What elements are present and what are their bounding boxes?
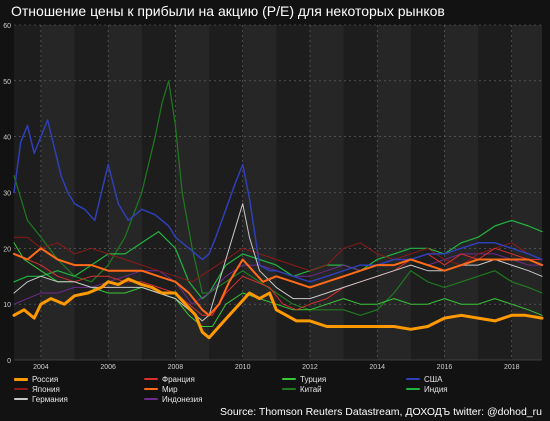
x-tick-label: 2018 xyxy=(504,364,520,371)
legend-item: Мир xyxy=(144,384,178,394)
pe-line-chart: 0 10 20 30 40 50 60 2004 2006 2008 2010 2012 2014 201… xyxy=(3,23,544,371)
y-tick-label: 10 xyxy=(3,302,11,309)
x-tick-label: 2008 xyxy=(168,364,184,371)
legend-item: Франция xyxy=(144,374,195,384)
x-tick-label: 2014 xyxy=(369,364,385,371)
legend-item: Индия xyxy=(406,384,448,394)
legend-label: Япония xyxy=(32,384,60,394)
legend-swatch xyxy=(282,378,296,380)
legend-label: Россия xyxy=(32,374,59,384)
x-tick-label: 2016 xyxy=(437,364,453,371)
legend-swatch xyxy=(14,377,28,381)
legend-label: Франция xyxy=(162,374,195,384)
y-tick-label: 60 xyxy=(3,23,11,30)
y-tick-label: 50 xyxy=(3,79,11,86)
legend-swatch xyxy=(406,378,420,380)
legend-swatch xyxy=(14,398,28,400)
legend-label: Индонезия xyxy=(162,394,203,404)
y-tick-label: 30 xyxy=(3,191,11,198)
legend-item: Турция xyxy=(282,374,326,384)
legend-label: США xyxy=(424,374,443,384)
legend-item: Япония xyxy=(14,384,60,394)
legend-item: Россия xyxy=(14,374,58,384)
legend-swatch xyxy=(144,378,158,380)
legend-item: США xyxy=(406,374,442,384)
chart-source: Source: Thomson Reuters Datastream, ДОХО… xyxy=(220,406,542,418)
legend-swatch xyxy=(144,398,158,400)
legend-label: Турция xyxy=(300,374,327,384)
legend-swatch xyxy=(14,388,28,390)
x-tick-label: 2012 xyxy=(302,364,318,371)
y-tick-label: 20 xyxy=(3,246,11,253)
legend-swatch xyxy=(282,388,296,390)
legend-label: Германия xyxy=(32,394,68,404)
x-tick-label: 2006 xyxy=(100,364,116,371)
legend-item: Китай xyxy=(282,384,322,394)
x-tick-label: 2004 xyxy=(33,364,49,371)
legend-item: Индонезия xyxy=(144,394,202,404)
legend-label: Китай xyxy=(300,384,322,394)
legend-swatch xyxy=(144,388,158,390)
legend-item: Германия xyxy=(14,394,68,404)
legend-label: Индия xyxy=(424,384,448,394)
x-tick-label: 2010 xyxy=(235,364,251,371)
legend-label: Мир xyxy=(162,384,178,394)
y-tick-label: 0 xyxy=(7,358,11,365)
y-tick-label: 40 xyxy=(3,135,11,142)
legend-swatch xyxy=(406,388,420,390)
